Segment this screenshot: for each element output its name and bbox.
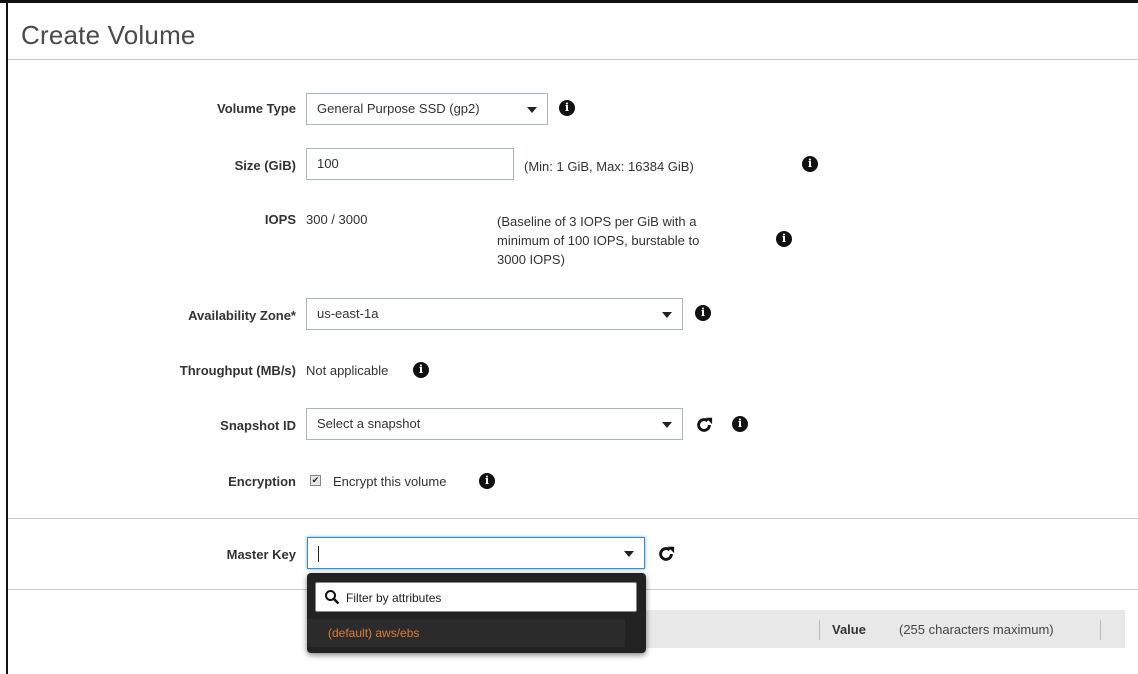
filter-input[interactable]: Filter by attributes (315, 582, 637, 612)
column-separator (1100, 620, 1101, 640)
availability-zone-value: us-east-1a (317, 306, 379, 321)
size-hint: (Min: 1 GiB, Max: 16384 GiB) (524, 159, 694, 174)
search-icon (325, 590, 340, 605)
frame-border-top (0, 0, 1138, 3)
size-input[interactable]: 100 (306, 148, 514, 180)
encrypt-checkbox[interactable]: ✔ (310, 475, 321, 486)
iops-hint-line: 3000 IOPS) (497, 252, 565, 267)
chevron-down-icon (624, 551, 634, 557)
availability-zone-label: Availability Zone* (188, 308, 296, 323)
info-icon[interactable]: i (559, 100, 575, 116)
column-separator (819, 620, 820, 640)
iops-label: IOPS (264, 212, 296, 227)
page-title: Create Volume (21, 20, 196, 50)
value-column-header: Value (832, 622, 866, 637)
iops-value: 300 / 3000 (306, 212, 368, 227)
info-icon[interactable]: i (776, 231, 792, 247)
frame-border-left (6, 0, 8, 674)
title-divider (8, 59, 1138, 60)
info-icon[interactable]: i (479, 473, 495, 489)
iops-hint-line: minimum of 100 IOPS, burstable to (497, 233, 700, 248)
volume-type-select[interactable]: General Purpose SSD (gp2) (306, 93, 548, 125)
text-cursor (318, 546, 319, 562)
volume-type-value: General Purpose SSD (gp2) (317, 101, 480, 116)
throughput-label: Throughput (MB/s) (179, 363, 296, 378)
chevron-down-icon (527, 107, 537, 113)
section-divider (8, 518, 1138, 519)
encrypt-checkbox-label[interactable]: Encrypt this volume (333, 474, 446, 489)
snapshot-id-label: Snapshot ID (220, 418, 296, 433)
snapshot-id-placeholder: Select a snapshot (317, 416, 421, 431)
refresh-icon[interactable] (657, 545, 675, 563)
value-column-hint: (255 characters maximum) (899, 622, 1054, 637)
throughput-value: Not applicable (306, 363, 389, 378)
filter-placeholder: Filter by attributes (346, 591, 442, 605)
dropdown-option[interactable]: (default) aws/ebs (307, 619, 625, 647)
snapshot-id-select[interactable]: Select a snapshot (306, 408, 683, 440)
refresh-icon[interactable] (695, 416, 713, 434)
info-icon[interactable]: i (802, 156, 818, 172)
availability-zone-select[interactable]: us-east-1a (306, 298, 683, 330)
encryption-label: Encryption (228, 474, 296, 489)
dropdown-option-label: (default) aws/ebs (328, 626, 420, 640)
iops-hint: (Baseline of 3 IOPS per GiB with a minim… (497, 212, 699, 269)
tags-table-header: Value (255 characters maximum) (633, 610, 1125, 648)
info-icon[interactable]: i (413, 362, 429, 378)
size-label: Size (GiB) (234, 158, 296, 173)
info-icon[interactable]: i (695, 305, 711, 321)
master-key-dropdown: Filter by attributes (default) aws/ebs (307, 573, 646, 653)
iops-hint-line: (Baseline of 3 IOPS per GiB with a (497, 214, 697, 229)
info-icon[interactable]: i (732, 416, 748, 432)
volume-type-label: Volume Type (217, 101, 296, 116)
master-key-label: Master Key (226, 547, 296, 562)
chevron-down-icon (662, 312, 672, 318)
chevron-down-icon (662, 422, 672, 428)
master-key-select[interactable] (307, 537, 645, 569)
